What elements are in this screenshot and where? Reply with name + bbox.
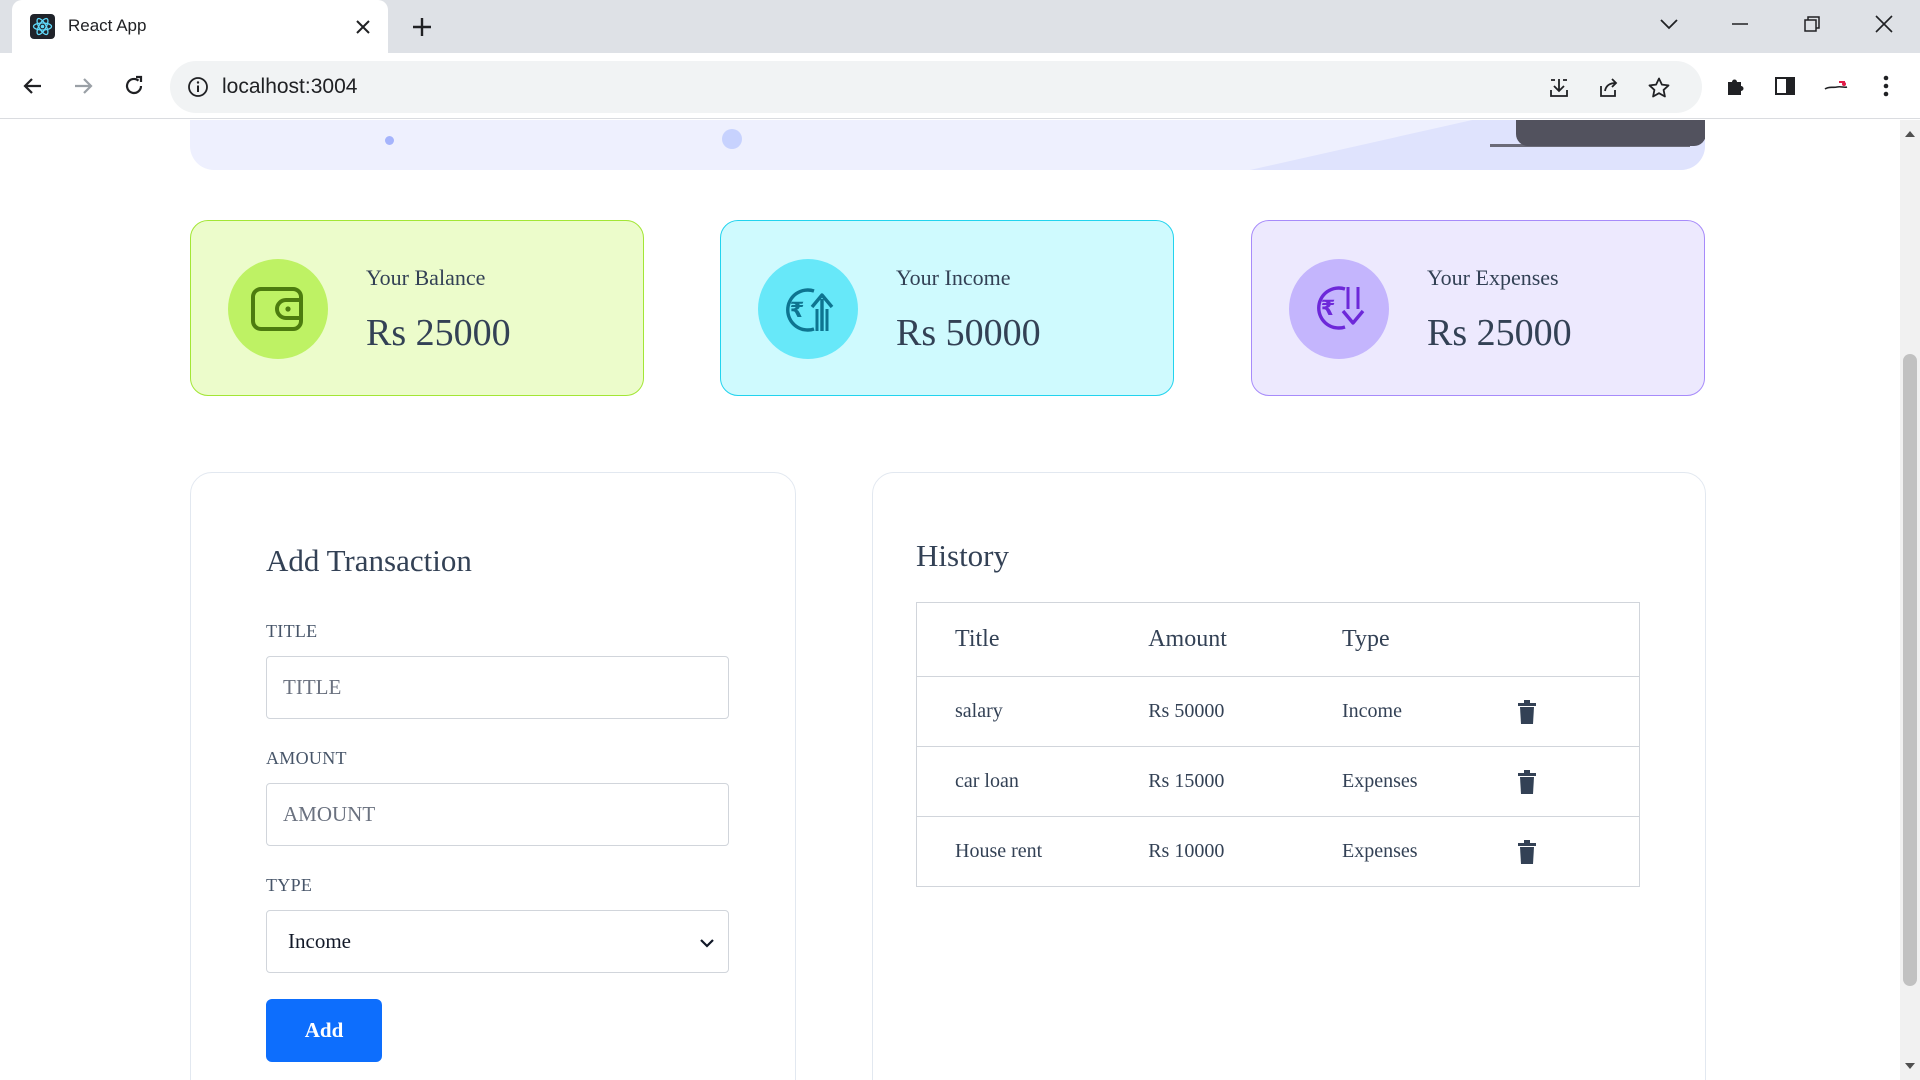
row-title: salary — [916, 676, 1111, 747]
row-type: Expenses — [1303, 746, 1498, 817]
title-input[interactable] — [266, 656, 729, 719]
forward-arrow-icon[interactable] — [66, 69, 100, 103]
row-action-cell — [1498, 817, 1640, 887]
row-amount: Rs 50000 — [1110, 676, 1304, 747]
income-card: ₹ Your Income Rs 50000 — [720, 220, 1174, 396]
amount-field-label: AMOUNT — [266, 748, 347, 768]
profile-avatar-icon[interactable] — [1819, 69, 1853, 103]
extensions-puzzle-icon[interactable] — [1719, 69, 1753, 103]
table-row: car loan Rs 15000 Expenses — [916, 746, 1640, 817]
table-header-row: Title Amount Type — [916, 602, 1640, 677]
income-value: Rs 50000 — [896, 312, 1041, 354]
add-transaction-panel: Add Transaction TITLE AMOUNT TYPE Income… — [190, 472, 796, 1080]
add-button[interactable]: Add — [266, 999, 382, 1062]
back-arrow-icon[interactable] — [16, 69, 50, 103]
type-selected-value: Income — [288, 929, 351, 953]
svg-text:₹: ₹ — [1321, 296, 1336, 320]
tab-title: React App — [68, 16, 147, 35]
history-panel: History Title Amount Type salary Rs 5000… — [872, 472, 1706, 1080]
expenses-label: Your Expenses — [1427, 265, 1559, 290]
browser-toolbar: localhost:3004 — [0, 53, 1920, 119]
type-select[interactable]: Income — [266, 910, 729, 973]
decorative-dot — [722, 129, 742, 149]
new-tab-icon[interactable] — [406, 12, 438, 42]
page-scrollbar[interactable] — [1900, 120, 1920, 1080]
table-row: House rent Rs 10000 Expenses — [917, 817, 1640, 887]
close-window-icon[interactable] — [1860, 8, 1908, 40]
hero-illustration-fragment — [1516, 120, 1705, 146]
expenses-card: ₹ Your Expenses Rs 25000 — [1251, 220, 1705, 396]
type-field-label: TYPE — [266, 875, 313, 895]
trash-icon[interactable] — [1517, 699, 1536, 724]
wallet-icon — [228, 259, 328, 359]
amount-input[interactable] — [266, 783, 729, 846]
trash-icon[interactable] — [1517, 769, 1536, 794]
history-table: Title Amount Type salary Rs 50000 Income — [916, 602, 1640, 887]
reload-icon[interactable] — [117, 69, 151, 103]
balance-value: Rs 25000 — [366, 312, 511, 354]
share-icon[interactable] — [1594, 73, 1624, 103]
row-amount: Rs 15000 — [1110, 746, 1304, 817]
trash-icon[interactable] — [1517, 839, 1536, 864]
decorative-dot — [385, 136, 394, 145]
table-row: salary Rs 50000 Income — [916, 676, 1640, 747]
site-info-icon[interactable] — [186, 75, 210, 99]
react-logo-icon — [30, 14, 55, 39]
history-heading: History — [916, 538, 1009, 573]
browser-tab[interactable]: React App — [12, 0, 388, 53]
row-type: Income — [1303, 676, 1498, 747]
balance-label: Your Balance — [366, 265, 486, 290]
column-header-title: Title — [916, 602, 1111, 677]
hero-banner-bottom — [190, 120, 1705, 170]
side-panel-icon[interactable] — [1768, 69, 1802, 103]
column-header-action — [1497, 602, 1640, 677]
bookmark-star-icon[interactable] — [1644, 73, 1674, 103]
restore-icon[interactable] — [1788, 8, 1836, 40]
add-transaction-heading: Add Transaction — [266, 543, 472, 578]
column-header-type: Type — [1303, 602, 1498, 677]
row-action-cell — [1497, 676, 1640, 747]
column-header-amount: Amount — [1110, 602, 1304, 677]
row-title: House rent — [955, 840, 1043, 862]
row-type: Expenses — [1341, 840, 1418, 862]
rupee-arrow-down-icon: ₹ — [1289, 259, 1389, 359]
install-app-icon[interactable] — [1544, 73, 1574, 103]
chevron-down-icon — [699, 935, 715, 951]
expenses-value: Rs 25000 — [1427, 312, 1572, 354]
title-field-label: TITLE — [266, 621, 318, 641]
minimize-icon[interactable] — [1716, 8, 1764, 40]
rupee-arrow-up-icon: ₹ — [758, 259, 858, 359]
income-label: Your Income — [896, 265, 1011, 290]
scrollbar-thumb[interactable] — [1903, 354, 1917, 986]
row-title: car loan — [916, 746, 1111, 817]
balance-card: Your Balance Rs 25000 — [190, 220, 644, 396]
menu-kebab-icon[interactable] — [1869, 69, 1903, 103]
tab-close-icon[interactable] — [350, 14, 376, 40]
svg-text:₹: ₹ — [790, 298, 805, 322]
row-amount: Rs 10000 — [1148, 840, 1225, 862]
browser-tab-strip: React App — [0, 0, 1920, 53]
row-action-cell — [1497, 746, 1640, 817]
page-viewport: Your Balance Rs 25000 ₹ Your Income Rs 5… — [0, 120, 1900, 1080]
scroll-down-arrow-icon[interactable] — [1900, 1056, 1920, 1076]
scroll-up-arrow-icon[interactable] — [1900, 124, 1920, 144]
address-bar[interactable]: localhost:3004 — [170, 61, 1702, 113]
url-text: localhost:3004 — [222, 75, 358, 98]
tab-search-chevron-icon[interactable] — [1645, 8, 1693, 40]
